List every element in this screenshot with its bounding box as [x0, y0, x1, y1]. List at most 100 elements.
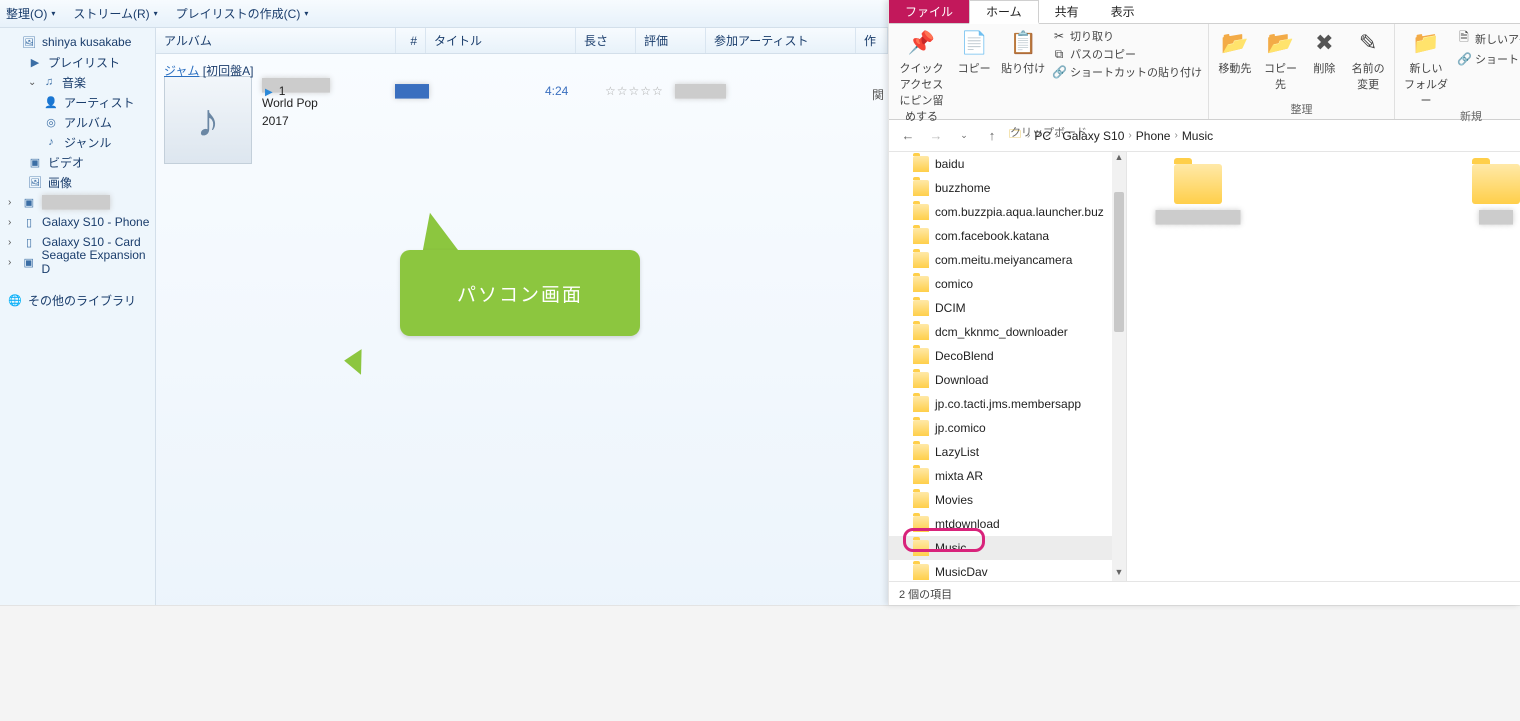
- scroll-down-icon[interactable]: ▼: [1112, 567, 1126, 581]
- tree-item-label: mtdownload: [935, 517, 1000, 531]
- tree-item-label: Movies: [935, 493, 973, 507]
- group-organize-label: 整理: [1215, 101, 1388, 117]
- new-folder-button[interactable]: 📁新しい フォルダー: [1401, 28, 1451, 108]
- sidebar-other-libraries[interactable]: 🌐その他のライブラリ: [0, 290, 155, 310]
- pin-quickaccess-button[interactable]: 📌 クイック アクセス にピン留めする: [895, 28, 948, 124]
- tree-item[interactable]: dcm_kknmc_downloader: [889, 320, 1126, 344]
- tree-item[interactable]: DCIM: [889, 296, 1126, 320]
- col-artist[interactable]: 参加アーティスト: [714, 32, 809, 49]
- content-folder-1[interactable]: ██████████: [1143, 164, 1253, 224]
- copyto-button[interactable]: 📂コピー先: [1261, 28, 1301, 92]
- sidebar-library-user[interactable]: 🖼shinya kusakabe: [0, 32, 155, 52]
- rename-button[interactable]: ✎名前の 変更: [1348, 28, 1388, 92]
- sidebar-artist[interactable]: 👤アーティスト: [0, 92, 155, 112]
- up-button[interactable]: ↑: [981, 125, 1003, 147]
- forward-button[interactable]: →: [925, 125, 947, 147]
- sidebar-galaxy-phone[interactable]: ›▯Galaxy S10 - Phone: [0, 212, 155, 232]
- sidebar-image[interactable]: 🖼画像: [0, 172, 155, 192]
- tree-item[interactable]: mtdownload: [889, 512, 1126, 536]
- sidebar-playlist[interactable]: ▶プレイリスト: [0, 52, 155, 72]
- scissors-icon: ✂: [1052, 29, 1066, 43]
- tree-item[interactable]: DecoBlend: [889, 344, 1126, 368]
- track-row[interactable]: ▶1 ████ 4:24 ☆☆☆☆☆ ██████: [265, 84, 888, 98]
- tree-item[interactable]: Music: [889, 536, 1126, 560]
- tree-item[interactable]: com.buzzpia.aqua.launcher.buz: [889, 200, 1126, 224]
- folder-icon: [913, 492, 929, 508]
- tree-item[interactable]: com.facebook.katana: [889, 224, 1126, 248]
- wmp-toolbar: 整理(O)▾ ストリーム(R)▾ プレイリストの作成(C)▾: [0, 0, 888, 28]
- folder-icon: [913, 372, 929, 388]
- scroll-up-icon[interactable]: ▲: [1112, 152, 1126, 166]
- tree-item[interactable]: comico: [889, 272, 1126, 296]
- paste-shortcut-button[interactable]: 🔗ショートカットの貼り付け: [1052, 64, 1202, 80]
- copy-path-button[interactable]: ⧉パスのコピー: [1052, 46, 1202, 62]
- shortcut-icon: 🔗: [1052, 65, 1066, 79]
- album-art: ♪: [164, 76, 252, 164]
- tree-item[interactable]: Download: [889, 368, 1126, 392]
- tab-home[interactable]: ホーム: [969, 0, 1039, 24]
- tab-file[interactable]: ファイル: [889, 0, 969, 23]
- tree-item-label: LazyList: [935, 445, 979, 459]
- paste-button[interactable]: 📋 貼り付け: [1000, 28, 1046, 76]
- col-album[interactable]: アルバム: [164, 32, 212, 49]
- tab-share[interactable]: 共有: [1039, 0, 1095, 23]
- sidebar-genre[interactable]: ♪ジャンル: [0, 132, 155, 152]
- sidebar-device-unknown[interactable]: ›▣████████: [0, 192, 155, 212]
- tree-item[interactable]: mixta AR: [889, 464, 1126, 488]
- now-playing-icon: ▶: [265, 87, 273, 98]
- new-shortcut-button[interactable]: 🔗ショートカッ: [1457, 51, 1520, 67]
- tree-item-label: mixta AR: [935, 469, 983, 483]
- tree-item[interactable]: baidu: [889, 152, 1126, 176]
- tree-item[interactable]: jp.co.tacti.jms.membersapp: [889, 392, 1126, 416]
- moveto-button[interactable]: 📂移動先: [1215, 28, 1255, 76]
- track-rating[interactable]: ☆☆☆☆☆: [605, 84, 675, 98]
- tree-item[interactable]: MusicDav: [889, 560, 1126, 581]
- tab-view[interactable]: 表示: [1095, 0, 1151, 23]
- col-rating[interactable]: 評価: [644, 32, 668, 49]
- folder-icon: 📁: [1412, 28, 1439, 58]
- create-playlist-menu[interactable]: プレイリストの作成(C)▾: [176, 5, 309, 22]
- folder-icon: [913, 468, 929, 484]
- genre-icon: ♪: [44, 135, 58, 149]
- music-icon: ♫: [42, 75, 56, 89]
- sidebar-music[interactable]: ⌄♫音楽: [0, 72, 155, 92]
- folder-tree[interactable]: baidubuzzhomecom.buzzpia.aqua.launcher.b…: [889, 152, 1127, 581]
- moveto-icon: 📂: [1221, 28, 1248, 58]
- tree-item-label: DCIM: [935, 301, 966, 315]
- new-item-button[interactable]: 🗎新しいアイ: [1457, 28, 1520, 49]
- col-length[interactable]: 長さ: [584, 32, 608, 49]
- track-title: ████: [395, 84, 545, 98]
- tree-item-label: Download: [935, 373, 988, 387]
- sidebar-seagate[interactable]: ›▣Seagate Expansion D: [0, 252, 155, 272]
- copy-button[interactable]: 📄 コピー: [954, 28, 994, 76]
- tree-scrollbar[interactable]: ▲ ▼: [1112, 152, 1126, 581]
- tree-item[interactable]: buzzhome: [889, 176, 1126, 200]
- album-icon: ◎: [44, 115, 58, 129]
- content-folder-2[interactable]: ████: [1441, 164, 1520, 224]
- col-title[interactable]: タイトル: [434, 32, 482, 49]
- folder-icon: [913, 156, 929, 172]
- folder-icon: [1472, 164, 1520, 204]
- scroll-thumb[interactable]: [1114, 192, 1124, 332]
- organize-menu[interactable]: 整理(O)▾: [6, 5, 55, 22]
- tree-item-label: com.meitu.meiyancamera: [935, 253, 1072, 267]
- drive-icon: ▣: [22, 255, 36, 269]
- folder-icon: [913, 564, 929, 580]
- cut-button[interactable]: ✂切り取り: [1052, 28, 1202, 44]
- sidebar-album[interactable]: ◎アルバム: [0, 112, 155, 132]
- sidebar-video[interactable]: ▣ビデオ: [0, 152, 155, 172]
- back-button[interactable]: ←: [897, 125, 919, 147]
- tree-item[interactable]: Movies: [889, 488, 1126, 512]
- status-bar: 2 個の項目: [889, 581, 1520, 605]
- stream-menu[interactable]: ストリーム(R)▾: [73, 5, 157, 22]
- tree-item[interactable]: com.meitu.meiyancamera: [889, 248, 1126, 272]
- tree-item[interactable]: LazyList: [889, 440, 1126, 464]
- video-icon: ▣: [28, 155, 42, 169]
- breadcrumb[interactable]: ›PC ›Galaxy S10 ›Phone ›Music: [1027, 129, 1213, 143]
- col-number[interactable]: #: [410, 34, 417, 48]
- sdcard-icon: ▯: [22, 235, 36, 249]
- tree-item[interactable]: jp.comico: [889, 416, 1126, 440]
- delete-button[interactable]: ✖削除: [1306, 28, 1342, 76]
- recent-dropdown[interactable]: ⌄: [953, 125, 975, 147]
- col-release[interactable]: 作: [864, 32, 876, 49]
